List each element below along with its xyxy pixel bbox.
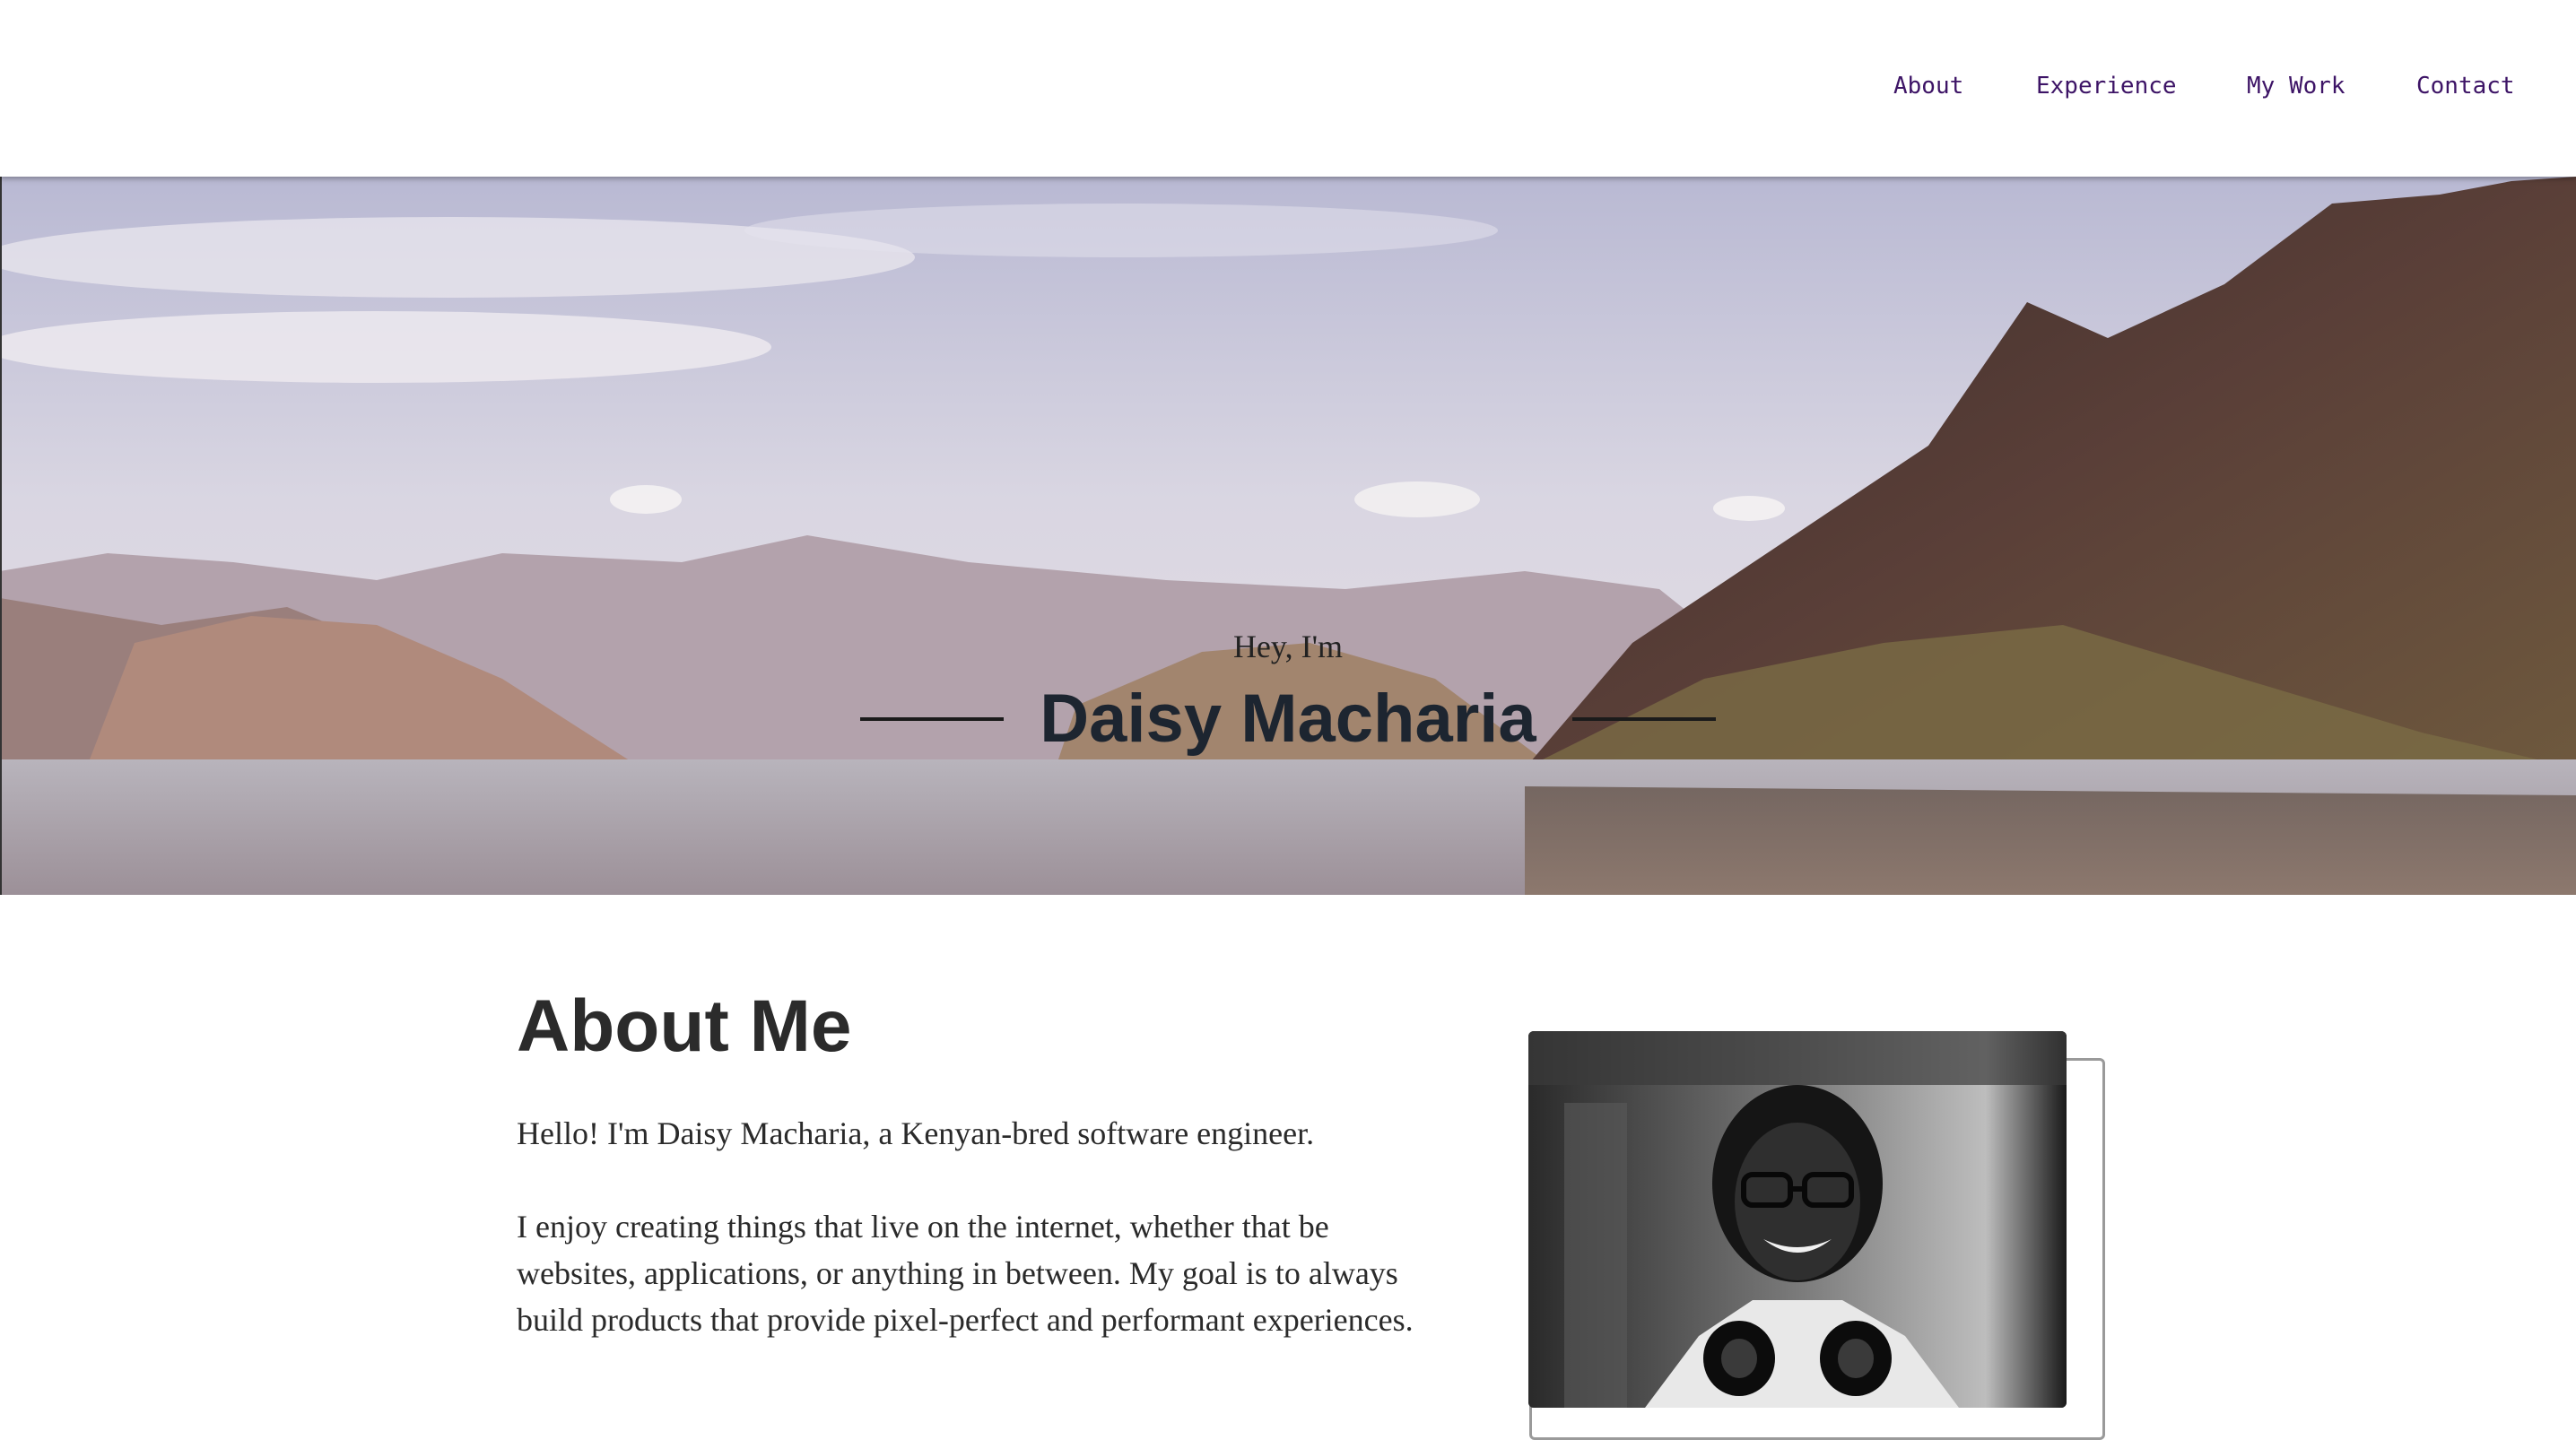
nav-link-about[interactable]: About: [1893, 70, 1963, 102]
hero-banner: Hey, I'm Daisy Macharia: [0, 177, 2576, 895]
hero-name-row: Daisy Macharia: [0, 679, 2576, 759]
hero-left-rule: [860, 717, 1005, 721]
nav-link-contact[interactable]: Contact: [2416, 70, 2515, 102]
hero-landscape-image: [0, 177, 2576, 895]
nav-link-my-work[interactable]: My Work: [2247, 70, 2345, 102]
hero-name: Daisy Macharia: [1040, 681, 1536, 757]
hero-right-rule: [1571, 717, 1716, 721]
nav-link-experience[interactable]: Experience: [2036, 70, 2177, 102]
about-paragraph-goal: I enjoy creating things that live on the…: [517, 1209, 1414, 1338]
profile-photo: [1528, 1031, 2067, 1408]
about-paragraph-intro: Hello! I'm Daisy Macharia, a Kenyan-bred…: [517, 1115, 1315, 1151]
profile-photo-image: [1528, 1031, 2067, 1408]
about-title: About Me: [517, 985, 852, 1067]
top-navbar: About Experience My Work Contact: [0, 0, 2576, 177]
hero-greeting: Hey, I'm: [1232, 629, 1344, 664]
